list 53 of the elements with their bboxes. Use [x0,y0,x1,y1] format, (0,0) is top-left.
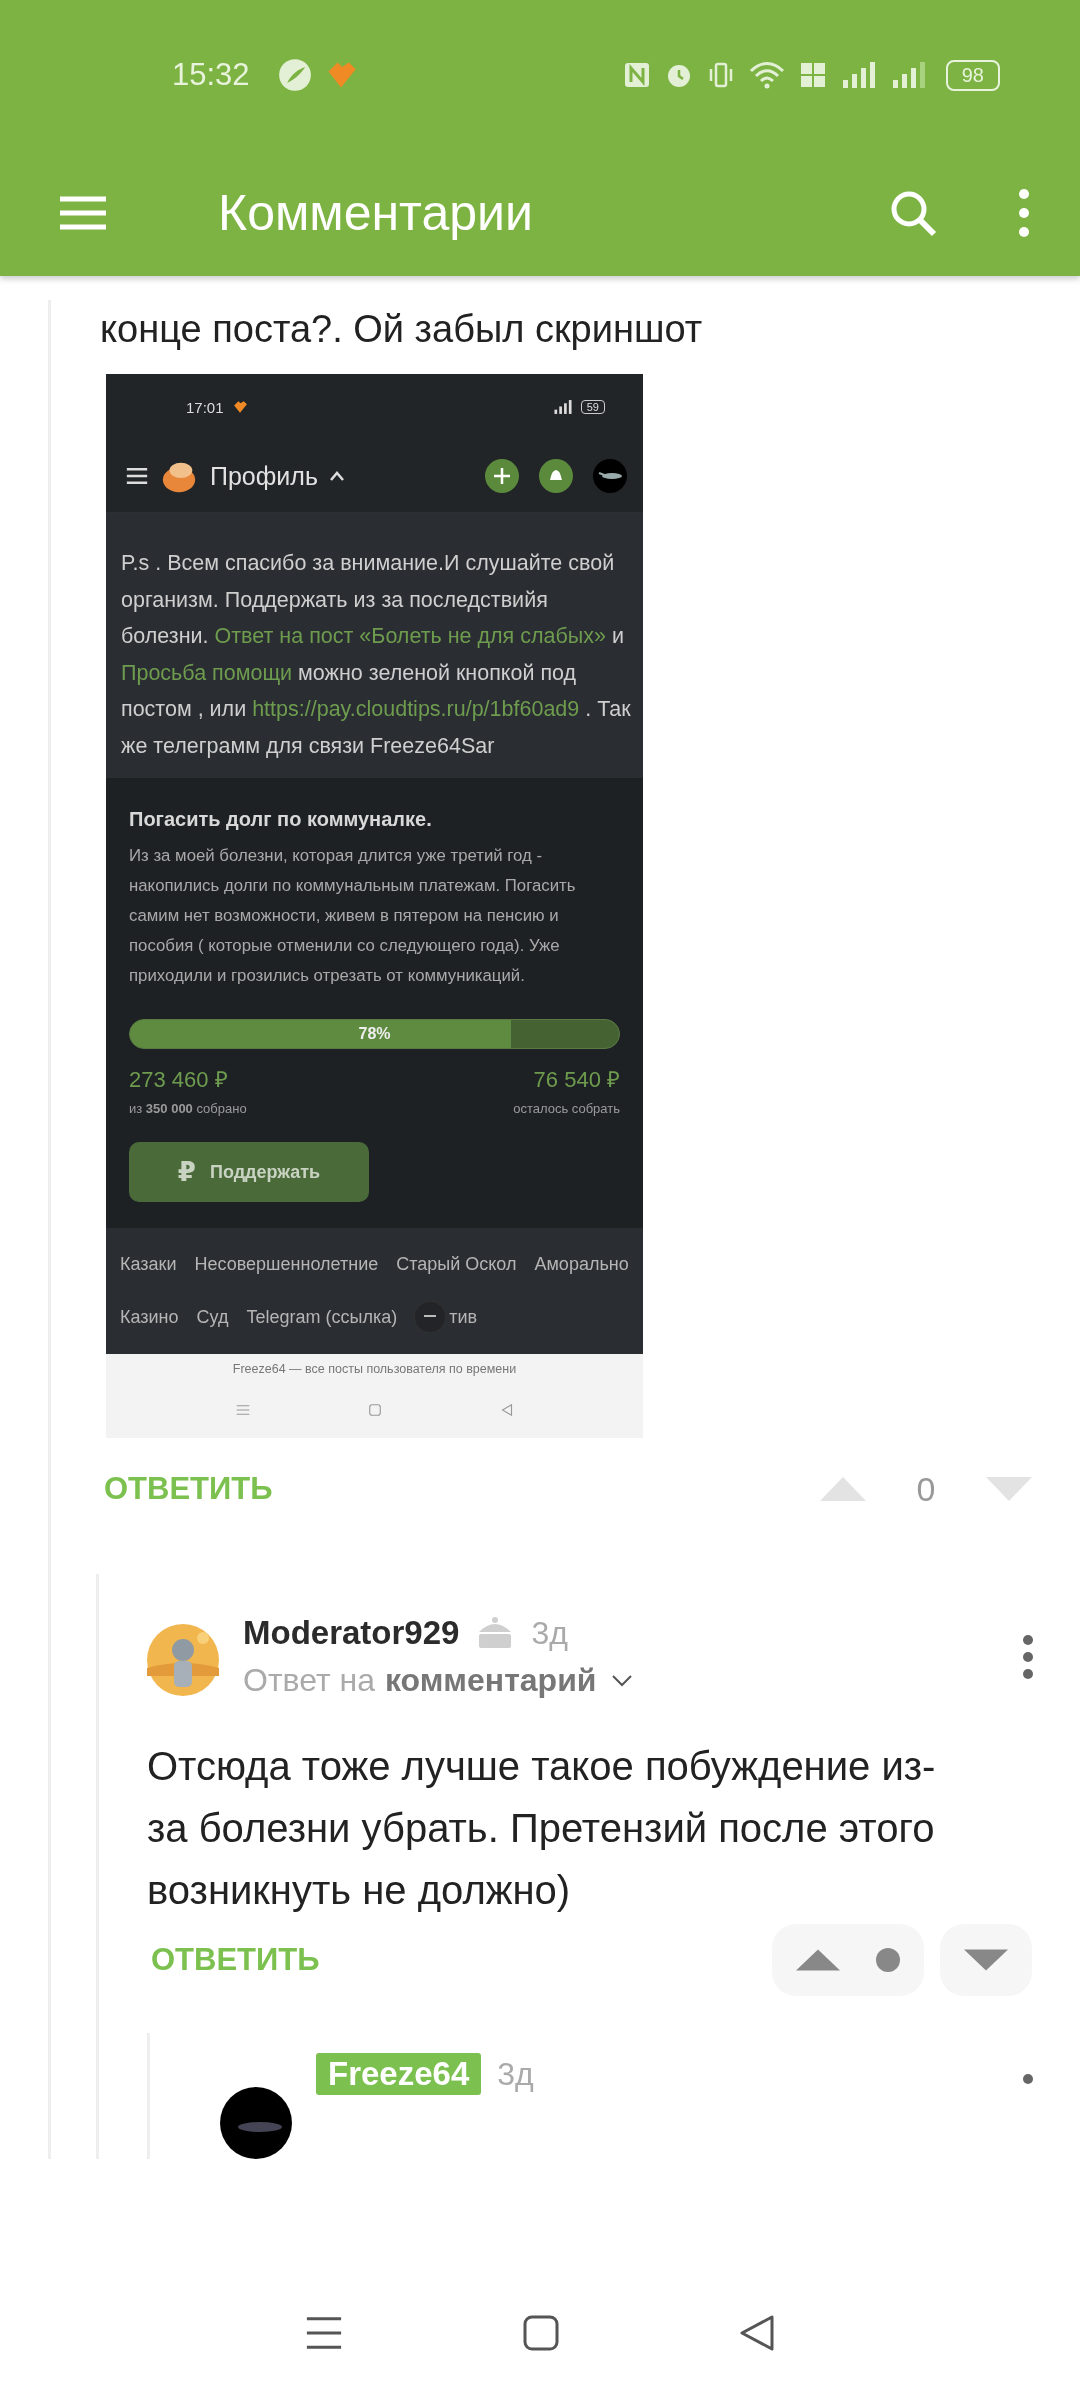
tag-link[interactable]: Казино [120,1305,179,1329]
profile-title[interactable]: Профиль [210,461,318,491]
comment-text: Отсюда тоже лучше такое побуждение из-за болезни убрать. Претензий после этого возникнуть не должно) [147,1743,937,1914]
post-link[interactable]: Просьба помощи [121,660,293,685]
menu-icon[interactable] [305,2314,343,2351]
tag-link[interactable]: Суд [196,1305,229,1329]
downvote-button[interactable] [940,1924,1032,1996]
post-text: P.s . Всем спасибо за внимание.И слушайте свой организм. Поддержать из за последствийя болезни. Ответ на пост «Болеть не для слабых» и Просьба помощи можно зеленой кнопкой под постом , или https://pay.cloudtips.ru/p/1bf60ad9 . Так же телеграмм для связи Freeze64Sar [106,513,643,778]
chevron-icon[interactable] [612,1674,633,1687]
post-link[interactable]: Ответ на пост «Болеть не для слабых» [214,624,606,648]
support-button[interactable]: ₽ Поддержать [129,1142,369,1202]
battery-indicator: 98 [945,59,1000,91]
author-name[interactable]: Moderator929 [243,1614,460,1652]
heart-icon [231,399,248,415]
comment-time: 3д [497,2055,534,2093]
leaf-icon [277,58,312,92]
tag-link[interactable]: Несовершеннолетние [194,1252,379,1276]
status-time: 15:32 [172,57,250,93]
more-icon[interactable] [1022,1634,1034,1680]
remaining-amount: 76 540 ₽ [533,1066,620,1093]
fundraiser-description: Из за моей болезни, которая длится уже третий год - накопились долги по коммунальным платежам. Погасить самим нет возможности, живем в пятером на пенсию и пособия ( которые отменили со следующего года). Уже приходили и грозились отрезать от коммуникаций. [129,845,577,987]
collected-note: из 350 000 собрано [129,1101,247,1116]
collected-amount: 273 460 ₽ [129,1066,228,1093]
add-button[interactable] [485,459,519,493]
post-link[interactable]: https://pay.cloudtips.ru/p/1bf60ad9 [252,697,580,721]
caret-icon[interactable] [329,471,344,481]
more-icon[interactable] [1018,188,1030,238]
signal-icon [552,399,573,415]
screen-title: Комментарии [218,184,534,242]
comment-time: 3д [531,1614,568,1652]
tag-link[interactable]: Аморально [534,1252,629,1276]
reply-to-label: Ответ на [243,1662,375,1699]
upvote-icon[interactable] [796,1949,840,1971]
back-icon[interactable] [739,2314,775,2351]
wifi-icon [747,60,786,90]
battery-indicator: 59 [580,400,605,414]
downvote-icon[interactable] [964,1949,1008,1971]
rating-count: 0 [915,1469,937,1509]
remaining-note: осталось собрать [513,1101,620,1116]
more-icon[interactable] [1022,2073,1034,2085]
tag-link[interactable]: Старый Оскол [396,1252,517,1276]
tag-link[interactable]: тив [449,1305,478,1329]
user-posts-link[interactable]: Freeze64 — все посты пользователя по времени [232,1362,517,1376]
progress-percent: 78% [357,1024,392,1044]
reply-target-link[interactable]: комментарий [384,1662,597,1699]
bell-button[interactable] [539,459,573,493]
fundraiser-title: Погасить долг по коммуналке. [129,808,433,831]
home-icon[interactable] [523,2314,559,2351]
tag-link[interactable]: Казаки [120,1252,177,1276]
tag-link[interactable]: Telegram (ссылка) [246,1305,398,1329]
status-time: 17:01 [186,398,224,416]
minus-button[interactable] [413,1300,448,1334]
comment-text: конце поста?. Ой забыл скриншот [100,307,704,352]
